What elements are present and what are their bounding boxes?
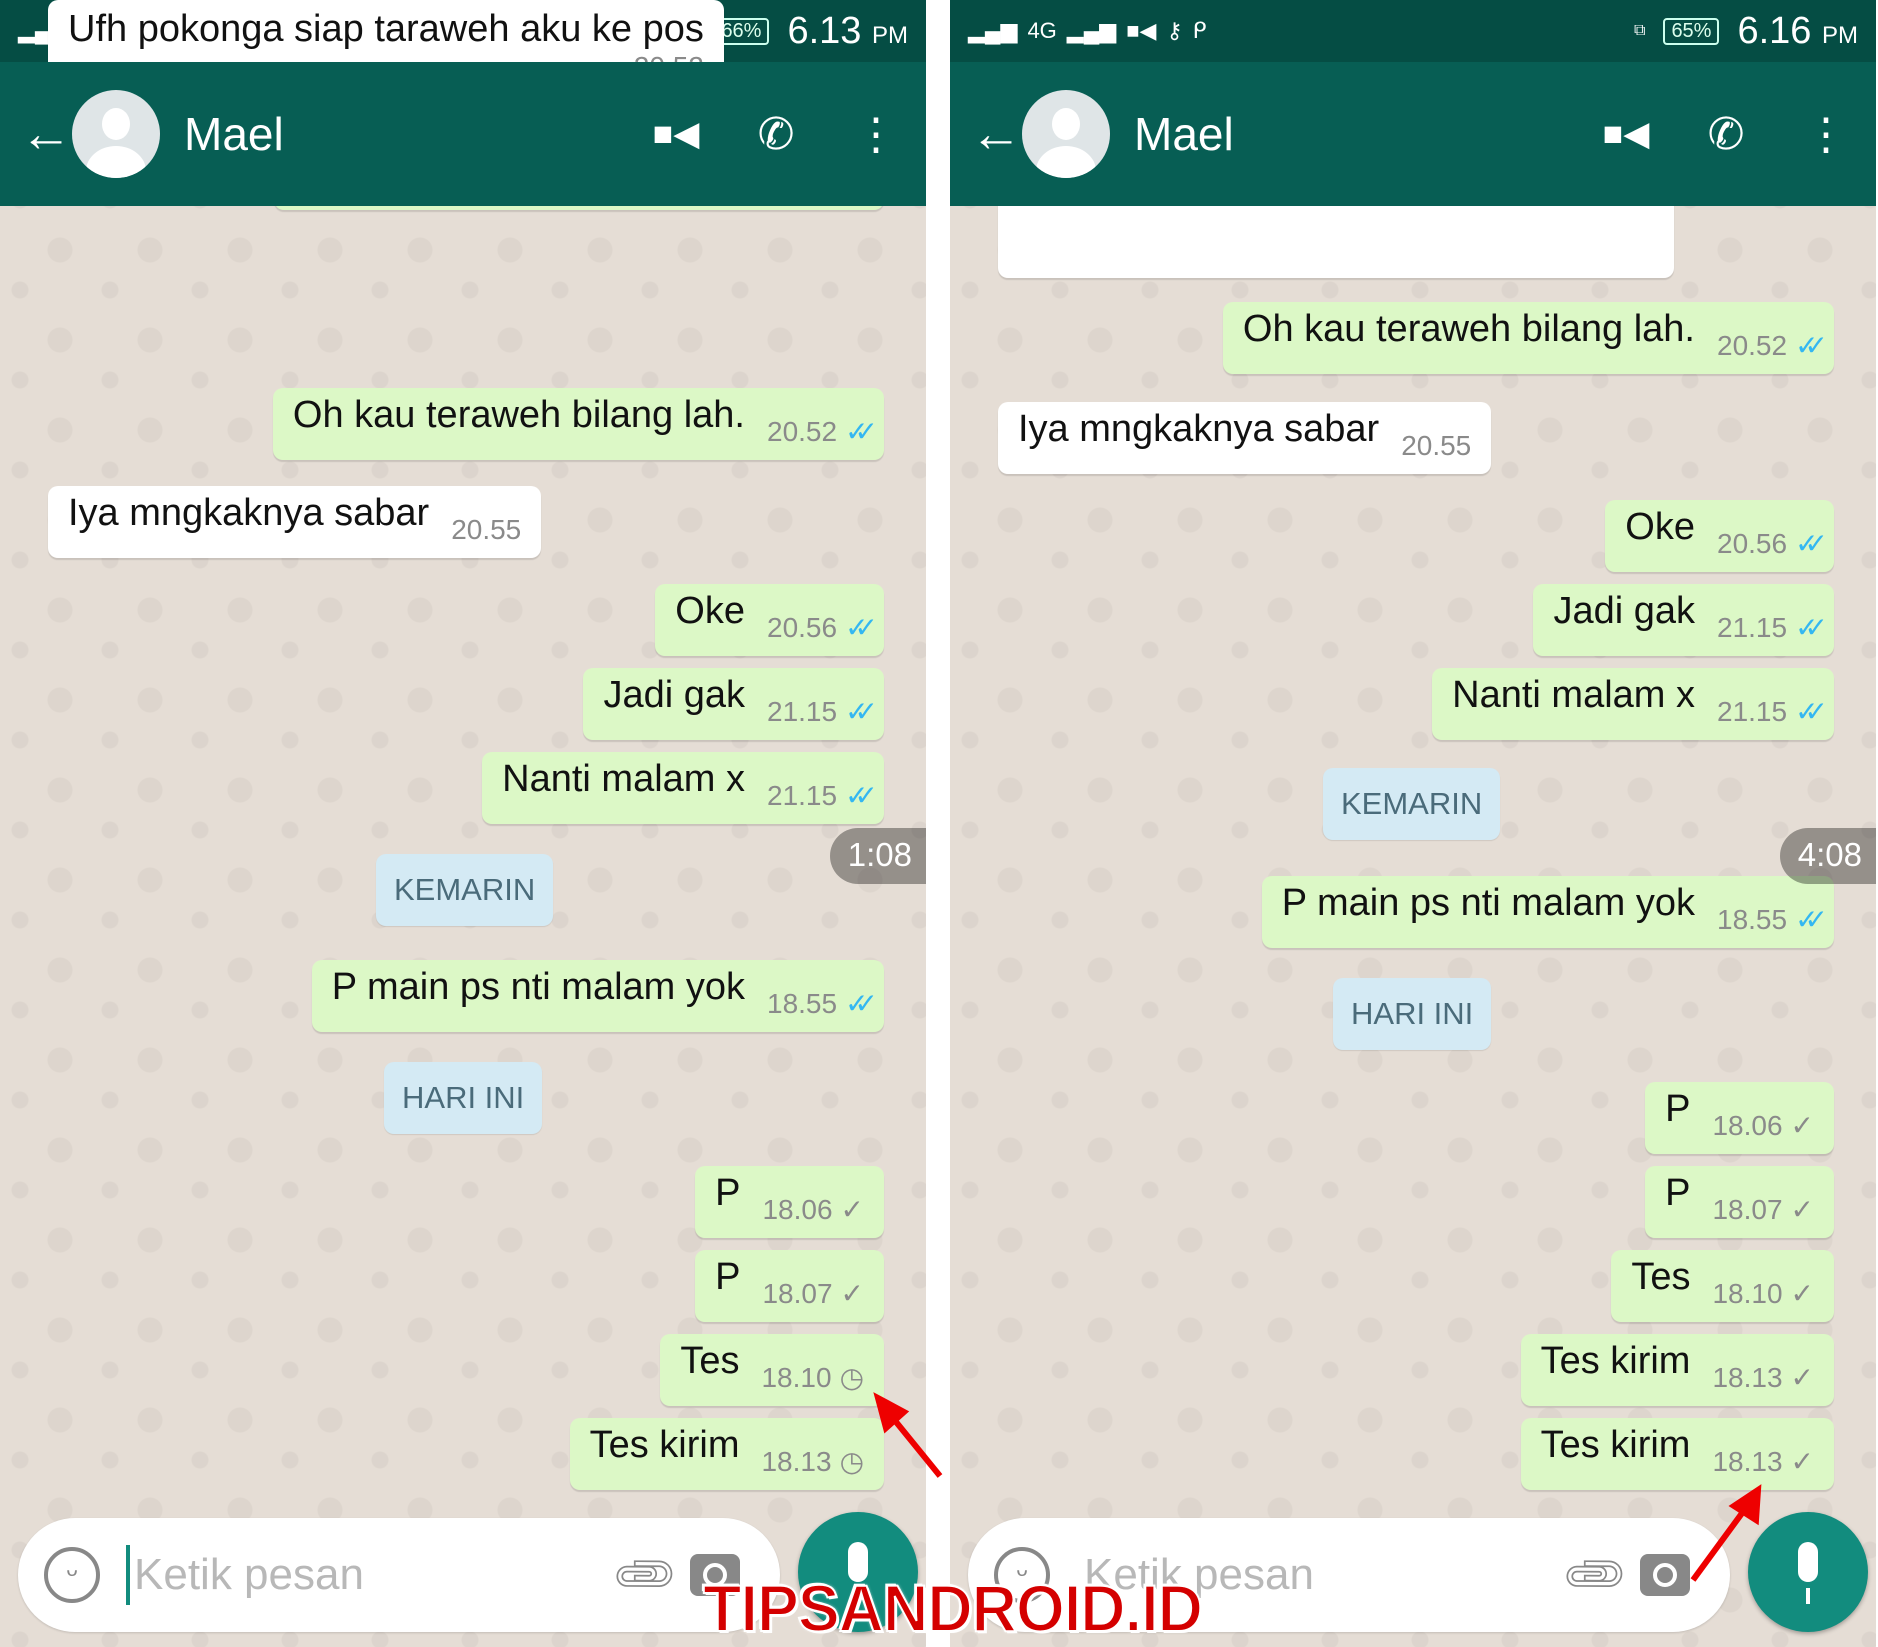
annotation-arrows xyxy=(873,1392,1762,1582)
red-arrow-left xyxy=(873,1392,943,1478)
watermark-logo: TIPSANDROID.ID xyxy=(702,1570,1204,1646)
red-arrow-right xyxy=(1690,1484,1762,1582)
